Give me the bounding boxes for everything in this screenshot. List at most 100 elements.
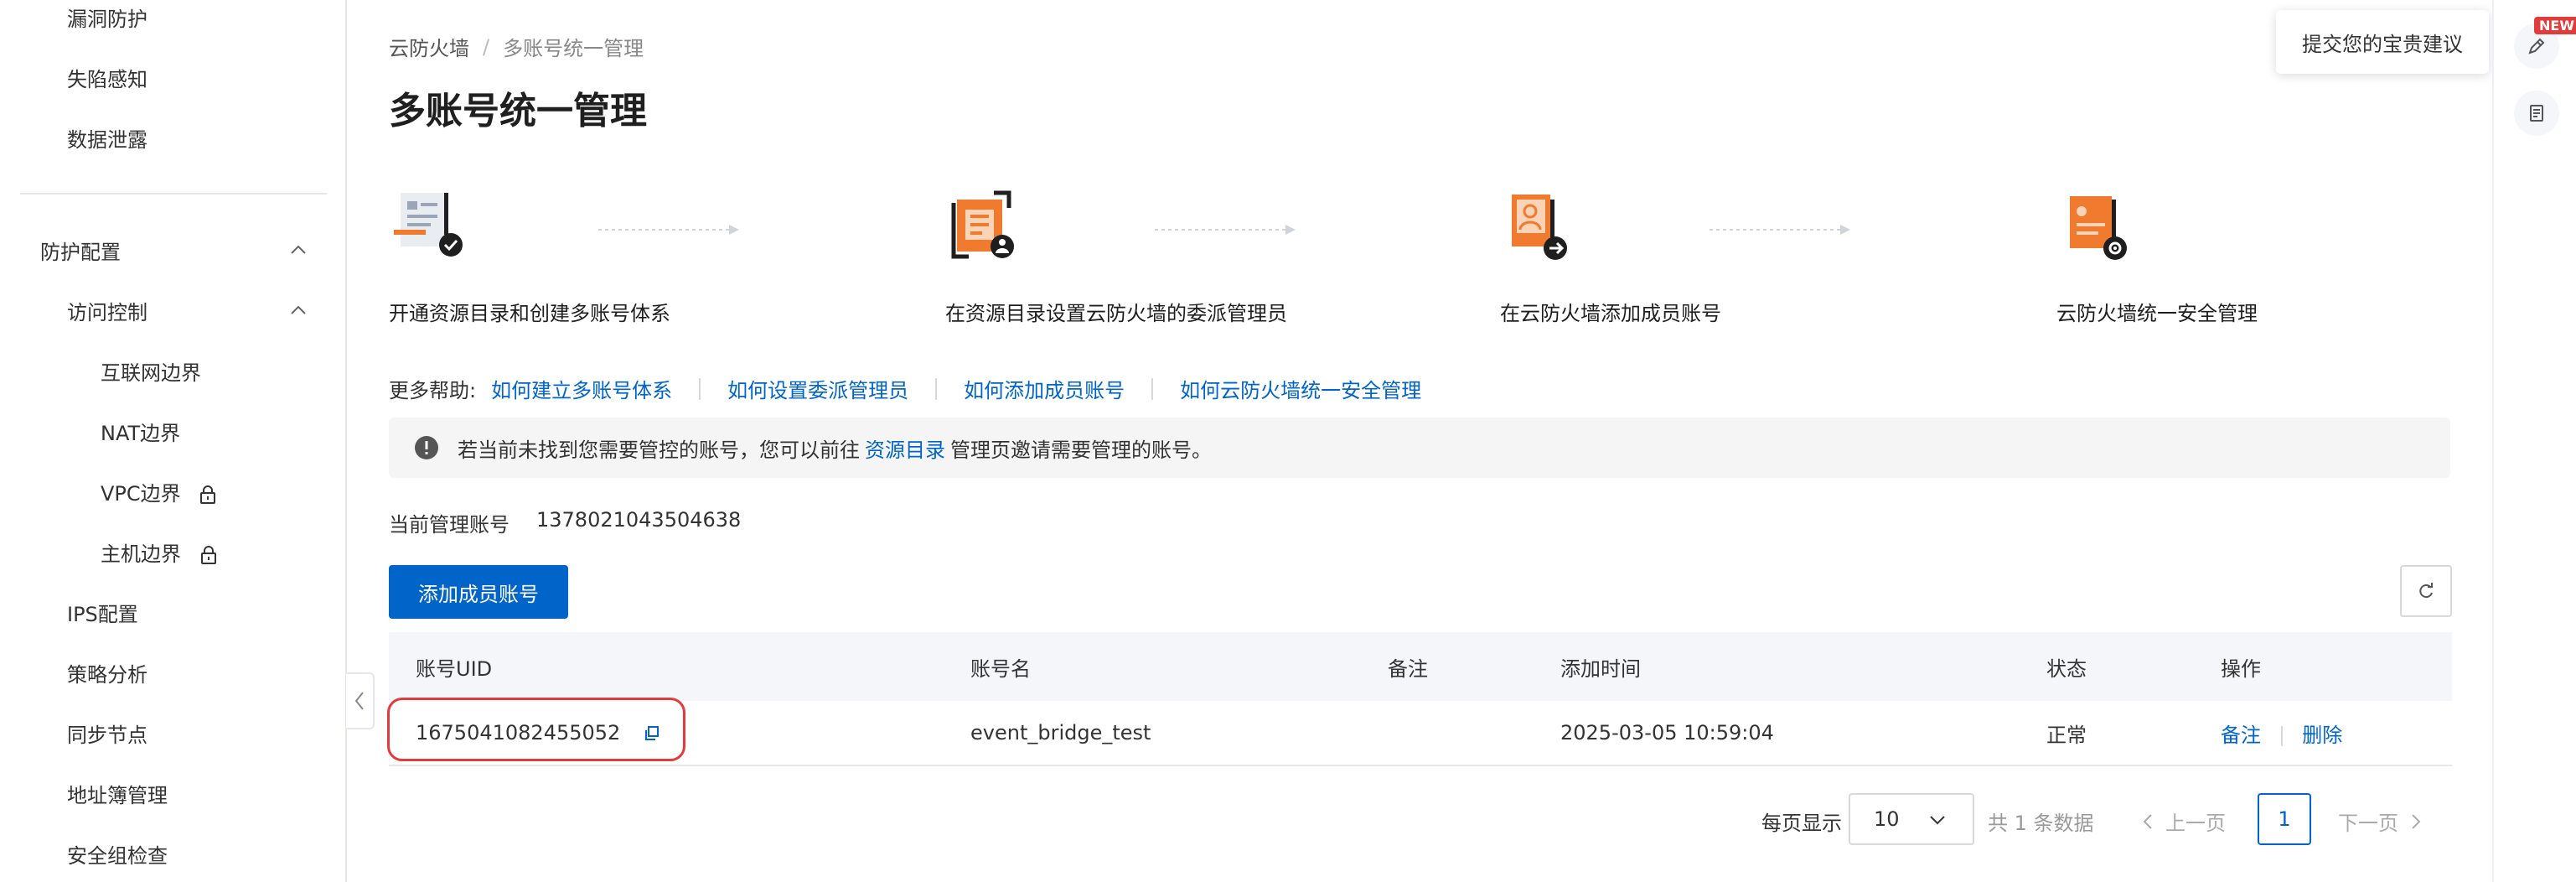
step-4 [2055, 186, 2135, 270]
current-account-value: 1378021043504638 [536, 508, 742, 532]
add-member-account-button[interactable]: 添加成员账号 [389, 565, 568, 619]
help-link-unified-security[interactable]: 如何云防火墙统一安全管理 [1180, 374, 1421, 403]
step-arrow-3 [1710, 225, 1850, 235]
prev-page-label: 上一页 [2165, 812, 2226, 835]
sidebar-item-policy-analysis[interactable]: 策略分析 [0, 651, 345, 694]
sidebar-group-access-control[interactable]: 访问控制 [0, 288, 345, 332]
total-count: 共 1 条数据 [1988, 812, 2094, 835]
sidebar-item-security-group-check[interactable]: 安全组检查 [0, 832, 345, 875]
step-4-label: 云防火墙统一安全管理 [2056, 302, 2258, 325]
edit-remark-link[interactable]: 备注 [2221, 724, 2261, 747]
column-header-added-time: 添加时间 [1560, 656, 1641, 681]
sidebar: 漏洞防护 失陷感知 数据泄露 防护配置 访问控制 互联网边界 NAT边界 VPC… [0, 0, 347, 882]
help-divider [935, 377, 938, 400]
next-page-button[interactable]: 下一页 [2338, 807, 2422, 836]
resource-directory-link[interactable]: 资源目录 [865, 433, 945, 463]
table-header: 账号UID 账号名 备注 添加时间 状态 操作 [389, 632, 2452, 701]
sidebar-item-label: 漏洞防护 [67, 7, 147, 31]
sidebar-item-internet-border[interactable]: 互联网边界 [0, 349, 345, 392]
cell-status: 正常 [2046, 723, 2087, 747]
current-management-account: 当前管理账号 1378021043504638 [389, 508, 741, 537]
sidebar-item-label: 安全组检查 [67, 843, 168, 868]
chevron-right-icon [2412, 813, 2421, 829]
sidebar-item-label: 访问控制 [67, 300, 147, 324]
help-link-set-delegate-admin[interactable]: 如何设置委派管理员 [727, 374, 908, 403]
help-links-row: 更多帮助: 如何建立多账号体系 如何设置委派管理员 如何添加成员账号 如何云防火… [389, 374, 1421, 403]
refresh-button[interactable] [2400, 565, 2452, 617]
sidebar-item-data-leak[interactable]: 数据泄露 [0, 116, 345, 159]
sidebar-item-vpc-border[interactable]: VPC边界 [0, 470, 345, 513]
page-number-1[interactable]: 1 [2258, 793, 2311, 845]
step-3-label: 在云防火墙添加成员账号 [1500, 302, 1721, 325]
add-member-icon [1512, 195, 1567, 260]
feedback-tooltip: 提交您的宝贵建议 [2276, 10, 2489, 74]
step-2-label: 在资源目录设置云防火墙的委派管理员 [945, 302, 1287, 325]
column-header-remark: 备注 [1388, 656, 1428, 681]
member-accounts-table: 账号UID 账号名 备注 添加时间 状态 操作 1675041082455052… [387, 632, 2452, 766]
info-notice: 若当前未找到您需要管控的账号，您可以前往 资源目录 管理页邀请需要管理的账号。 [389, 418, 2450, 478]
step-arrow-1 [598, 225, 739, 235]
page-size-select[interactable]: 10 [1849, 793, 1974, 845]
help-label: 更多帮助: [389, 379, 477, 402]
sidebar-item-host-border[interactable]: 主机边界 [0, 530, 345, 573]
column-header-status: 状态 [2046, 656, 2087, 681]
sidebar-item-compromise-detect[interactable]: 失陷感知 [0, 55, 345, 99]
new-badge: NEW [2534, 17, 2576, 34]
help-link-add-member[interactable]: 如何添加成员账号 [964, 374, 1125, 403]
copy-icon[interactable] [644, 725, 660, 742]
lock-icon [200, 485, 216, 504]
step-arrow-2 [1155, 225, 1296, 235]
uid-text: 1675041082455052 [416, 721, 621, 745]
sidebar-item-label: 地址簿管理 [67, 783, 168, 807]
doc-check-icon [394, 193, 463, 257]
prev-page-button[interactable]: 上一页 [2142, 807, 2226, 836]
action-divider [2280, 725, 2283, 746]
main-content: 云防火墙 / 多账号统一管理 多账号统一管理 开通资源目录和创建多账号体系 在资… [347, 0, 2492, 882]
document-icon [2530, 105, 2543, 122]
breadcrumb-separator: / [483, 34, 490, 59]
sidebar-item-address-book[interactable]: 地址簿管理 [0, 771, 345, 815]
help-divider [1151, 377, 1154, 400]
step-2 [944, 186, 1024, 270]
sidebar-item-vuln-protection[interactable]: 漏洞防护 [0, 0, 345, 39]
chevron-left-icon [2143, 813, 2152, 829]
notice-text-after: 管理页邀请需要管理的账号。 [950, 438, 1212, 462]
document-button[interactable] [2514, 91, 2559, 136]
breadcrumb-current: 多账号统一管理 [503, 37, 644, 60]
cell-account-name: event_bridge_test [970, 721, 1151, 745]
column-header-uid: 账号UID [416, 656, 493, 681]
exclamation-icon [415, 436, 438, 459]
cell-uid: 1675041082455052 [416, 721, 660, 745]
chevron-down-icon [1930, 816, 1945, 825]
current-account-label: 当前管理账号 [389, 513, 510, 537]
page-size-value: 10 [1874, 807, 1900, 831]
sidebar-item-ips-config[interactable]: IPS配置 [0, 590, 345, 634]
sidebar-item-label: 同步节点 [67, 723, 147, 747]
delete-link[interactable]: 删除 [2302, 724, 2342, 747]
per-page-label-wrap: 每页显示 [1761, 807, 1842, 836]
next-page-label: 下一页 [2338, 812, 2398, 835]
chevron-up-icon [291, 245, 306, 254]
sidebar-item-label: VPC边界 [101, 481, 181, 506]
help-link-build-multi-account[interactable]: 如何建立多账号体系 [491, 374, 672, 403]
delegate-admin-icon [951, 190, 1014, 259]
lock-icon [200, 545, 216, 564]
sidebar-item-sync-node[interactable]: 同步节点 [0, 711, 345, 755]
edit-icon [2528, 38, 2545, 54]
sidebar-item-label: 防护配置 [40, 240, 121, 264]
step-1 [389, 186, 469, 270]
sidebar-item-nat-border[interactable]: NAT边界 [0, 409, 345, 453]
sidebar-divider [20, 193, 327, 195]
sidebar-group-protection-config[interactable]: 防护配置 [0, 228, 345, 272]
sidebar-item-label: IPS配置 [67, 602, 138, 626]
per-page-label: 每页显示 [1761, 812, 1842, 835]
step-3 [1500, 186, 1580, 270]
sidebar-item-label: 互联网边界 [101, 361, 201, 385]
table-row: 1675041082455052 event_bridge_test 2025-… [387, 698, 2452, 766]
column-header-actions: 操作 [2221, 656, 2261, 681]
chevron-up-icon [291, 305, 306, 314]
cell-actions: 备注 删除 [2221, 719, 2342, 748]
sidebar-item-label: 主机边界 [101, 542, 181, 566]
refresh-icon [2419, 583, 2433, 599]
breadcrumb-root[interactable]: 云防火墙 [389, 32, 469, 61]
